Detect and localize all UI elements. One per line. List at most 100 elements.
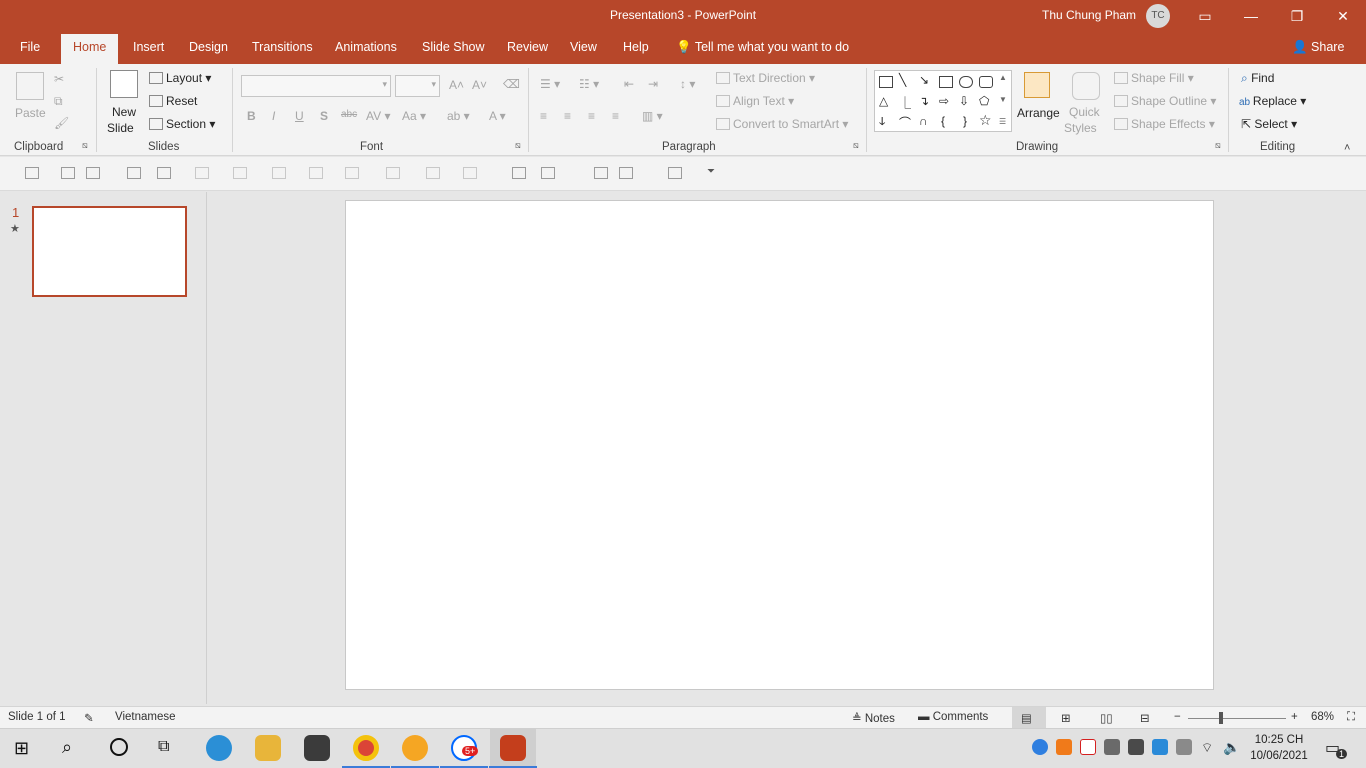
powerpoint-icon[interactable] [500,735,526,761]
quick-styles-label-1[interactable]: Quick [1069,105,1100,119]
numbering-icon[interactable]: ☷ ▾ [579,77,599,91]
oval-shape-icon[interactable] [959,76,973,88]
gallery-more-icon[interactable]: ☰ [999,117,1006,126]
volume-icon[interactable]: 🔈 [1223,739,1240,756]
insert-textbox-icon[interactable] [61,167,75,179]
clipboard-launcher-icon[interactable]: ⧅ [82,140,88,151]
notes-button[interactable]: ≜ Notes [852,711,895,725]
new-slide-label-2[interactable]: Slide [107,121,134,135]
shape-effects-button[interactable]: Shape Effects ▾ [1114,117,1215,131]
strikethrough-button[interactable]: abc [341,109,357,120]
avatar[interactable]: TC [1146,4,1170,28]
eyedropper-3-icon[interactable] [386,167,400,179]
shadow-button[interactable]: S [320,109,328,123]
rounded-rectangle-shape-icon[interactable] [979,76,993,88]
elbow-connector-icon[interactable]: ⎿ [899,94,911,111]
tab-design[interactable]: Design [189,40,228,54]
tab-view[interactable]: View [570,40,597,54]
zoom-level[interactable]: 68% [1311,711,1334,723]
language-label[interactable]: Vietnamese [115,711,176,723]
python-icon[interactable] [127,167,141,179]
line-shape-icon[interactable]: ╲ [899,73,906,87]
customize-toolbar-icon[interactable]: ⏷ [707,166,715,177]
paste-button[interactable]: Paste [15,106,46,120]
clock[interactable]: 10:25 CH 10/06/2021 [1248,732,1310,764]
tab-insert[interactable]: Insert [133,40,164,54]
rectangle-shape-icon[interactable] [939,76,953,88]
task-view-icon[interactable]: ⧉ [158,738,169,756]
copy-icon[interactable]: ⧉ [54,94,63,109]
headset-tray-icon[interactable] [1104,739,1120,755]
align-objects-icon[interactable] [463,167,477,179]
slide-canvas[interactable] [345,200,1214,690]
slide-thumbnail-1[interactable] [32,206,187,297]
share-button[interactable]: 👤 Share [1292,40,1344,55]
tab-home[interactable]: Home [61,34,119,64]
display-tray-icon[interactable] [1128,739,1144,755]
arc-shape-icon[interactable]: ⌒ [899,114,911,131]
reading-view-icon[interactable]: ▯▯ [1100,711,1113,725]
down-arrow-shape-icon[interactable]: ⇩ [959,94,969,108]
cut-icon[interactable]: ✂ [54,72,64,86]
paragraph-launcher-icon[interactable]: ⧅ [853,140,859,151]
restore-icon[interactable]: ❐ [1274,0,1320,32]
drawing-launcher-icon[interactable]: ⧅ [1215,140,1221,151]
shape-outline-button[interactable]: Shape Outline ▾ [1114,94,1216,108]
layout-view-icon[interactable] [619,167,633,179]
decrease-indent-icon[interactable]: ⇤ [624,77,634,91]
slideshow-view-icon[interactable]: ⊟ [1140,711,1150,725]
layout-button[interactable]: Layout ▾ [149,71,211,85]
tell-me-search[interactable]: 💡 Tell me what you want to do [676,40,849,55]
rotate-icon[interactable] [426,167,440,179]
eyedropper-2-icon[interactable] [309,167,323,179]
align-center-icon[interactable]: ≡ [564,109,571,123]
normal-view-icon[interactable]: ▤ [1021,711,1032,725]
tab-transitions[interactable]: Transitions [252,40,313,54]
replace-button[interactable]: ab Replace ▾ [1239,94,1306,108]
textbox-shape-icon[interactable] [879,76,893,88]
zoom-in-icon[interactable]: + [1291,711,1298,723]
file-explorer-icon[interactable] [255,735,281,761]
tab-review[interactable]: Review [507,40,548,54]
collapse-ribbon-icon[interactable]: ˄ [1344,142,1350,154]
office-tray-icon[interactable] [1056,739,1072,755]
left-brace-icon[interactable]: { [941,114,945,128]
character-spacing-icon[interactable]: AV ▾ [366,109,390,123]
quick-styles-label-2[interactable]: Styles [1064,121,1097,135]
close-icon[interactable]: ✕ [1320,0,1366,32]
picture-icon[interactable] [541,167,555,179]
line-spacing-icon[interactable]: ↕ ▾ [680,77,695,91]
convert-smartart-button[interactable]: Convert to SmartArt ▾ [716,117,848,131]
ribbon-display-options-icon[interactable]: ▭ [1182,0,1228,32]
proofing-icon[interactable]: ✎ [84,711,94,725]
search-icon[interactable]: ⌕ [62,737,72,758]
zoom-slider[interactable] [1188,718,1286,719]
align-right-icon[interactable]: ≡ [588,109,595,123]
clear-formatting-icon[interactable]: ⌫ [503,77,520,91]
input-method-icon[interactable] [1176,739,1192,755]
triangle-shape-icon[interactable]: △ [879,94,888,108]
windows-start-icon[interactable]: ⊞ [14,738,29,759]
tab-file[interactable]: File [20,40,40,54]
text-direction-button[interactable]: Text Direction ▾ [716,71,815,85]
arrange-button[interactable]: Arrange [1017,106,1060,120]
underline-button[interactable]: U [295,109,304,123]
slide-sorter-icon[interactable] [594,167,608,179]
star-shape-icon[interactable]: ☆ [979,112,992,129]
freeform-shape-icon[interactable]: ∩ [919,114,928,128]
elbow-arrow-icon[interactable]: ↴ [919,94,929,108]
font-color-button[interactable]: A ▾ [489,109,506,123]
minimize-icon[interactable]: — [1228,0,1274,32]
present-icon[interactable] [25,167,39,179]
zoom-out-icon[interactable]: − [1174,711,1181,723]
slide-sorter-view-icon[interactable]: ⊞ [1061,711,1071,725]
comments-button[interactable]: ▬ Comments [918,711,988,723]
new-slide-label-1[interactable]: New [112,105,136,119]
shrink-font-icon[interactable]: A˅ [472,78,487,92]
format-painter-icon[interactable]: 🖌 [54,116,69,130]
find-button[interactable]: ⌕ Find [1241,71,1274,86]
bullets-icon[interactable]: ☰ ▾ [540,77,560,91]
wifi-icon[interactable]: ⌔ [1201,740,1213,756]
language-tray-icon[interactable] [1152,739,1168,755]
edge-icon[interactable] [206,735,232,761]
